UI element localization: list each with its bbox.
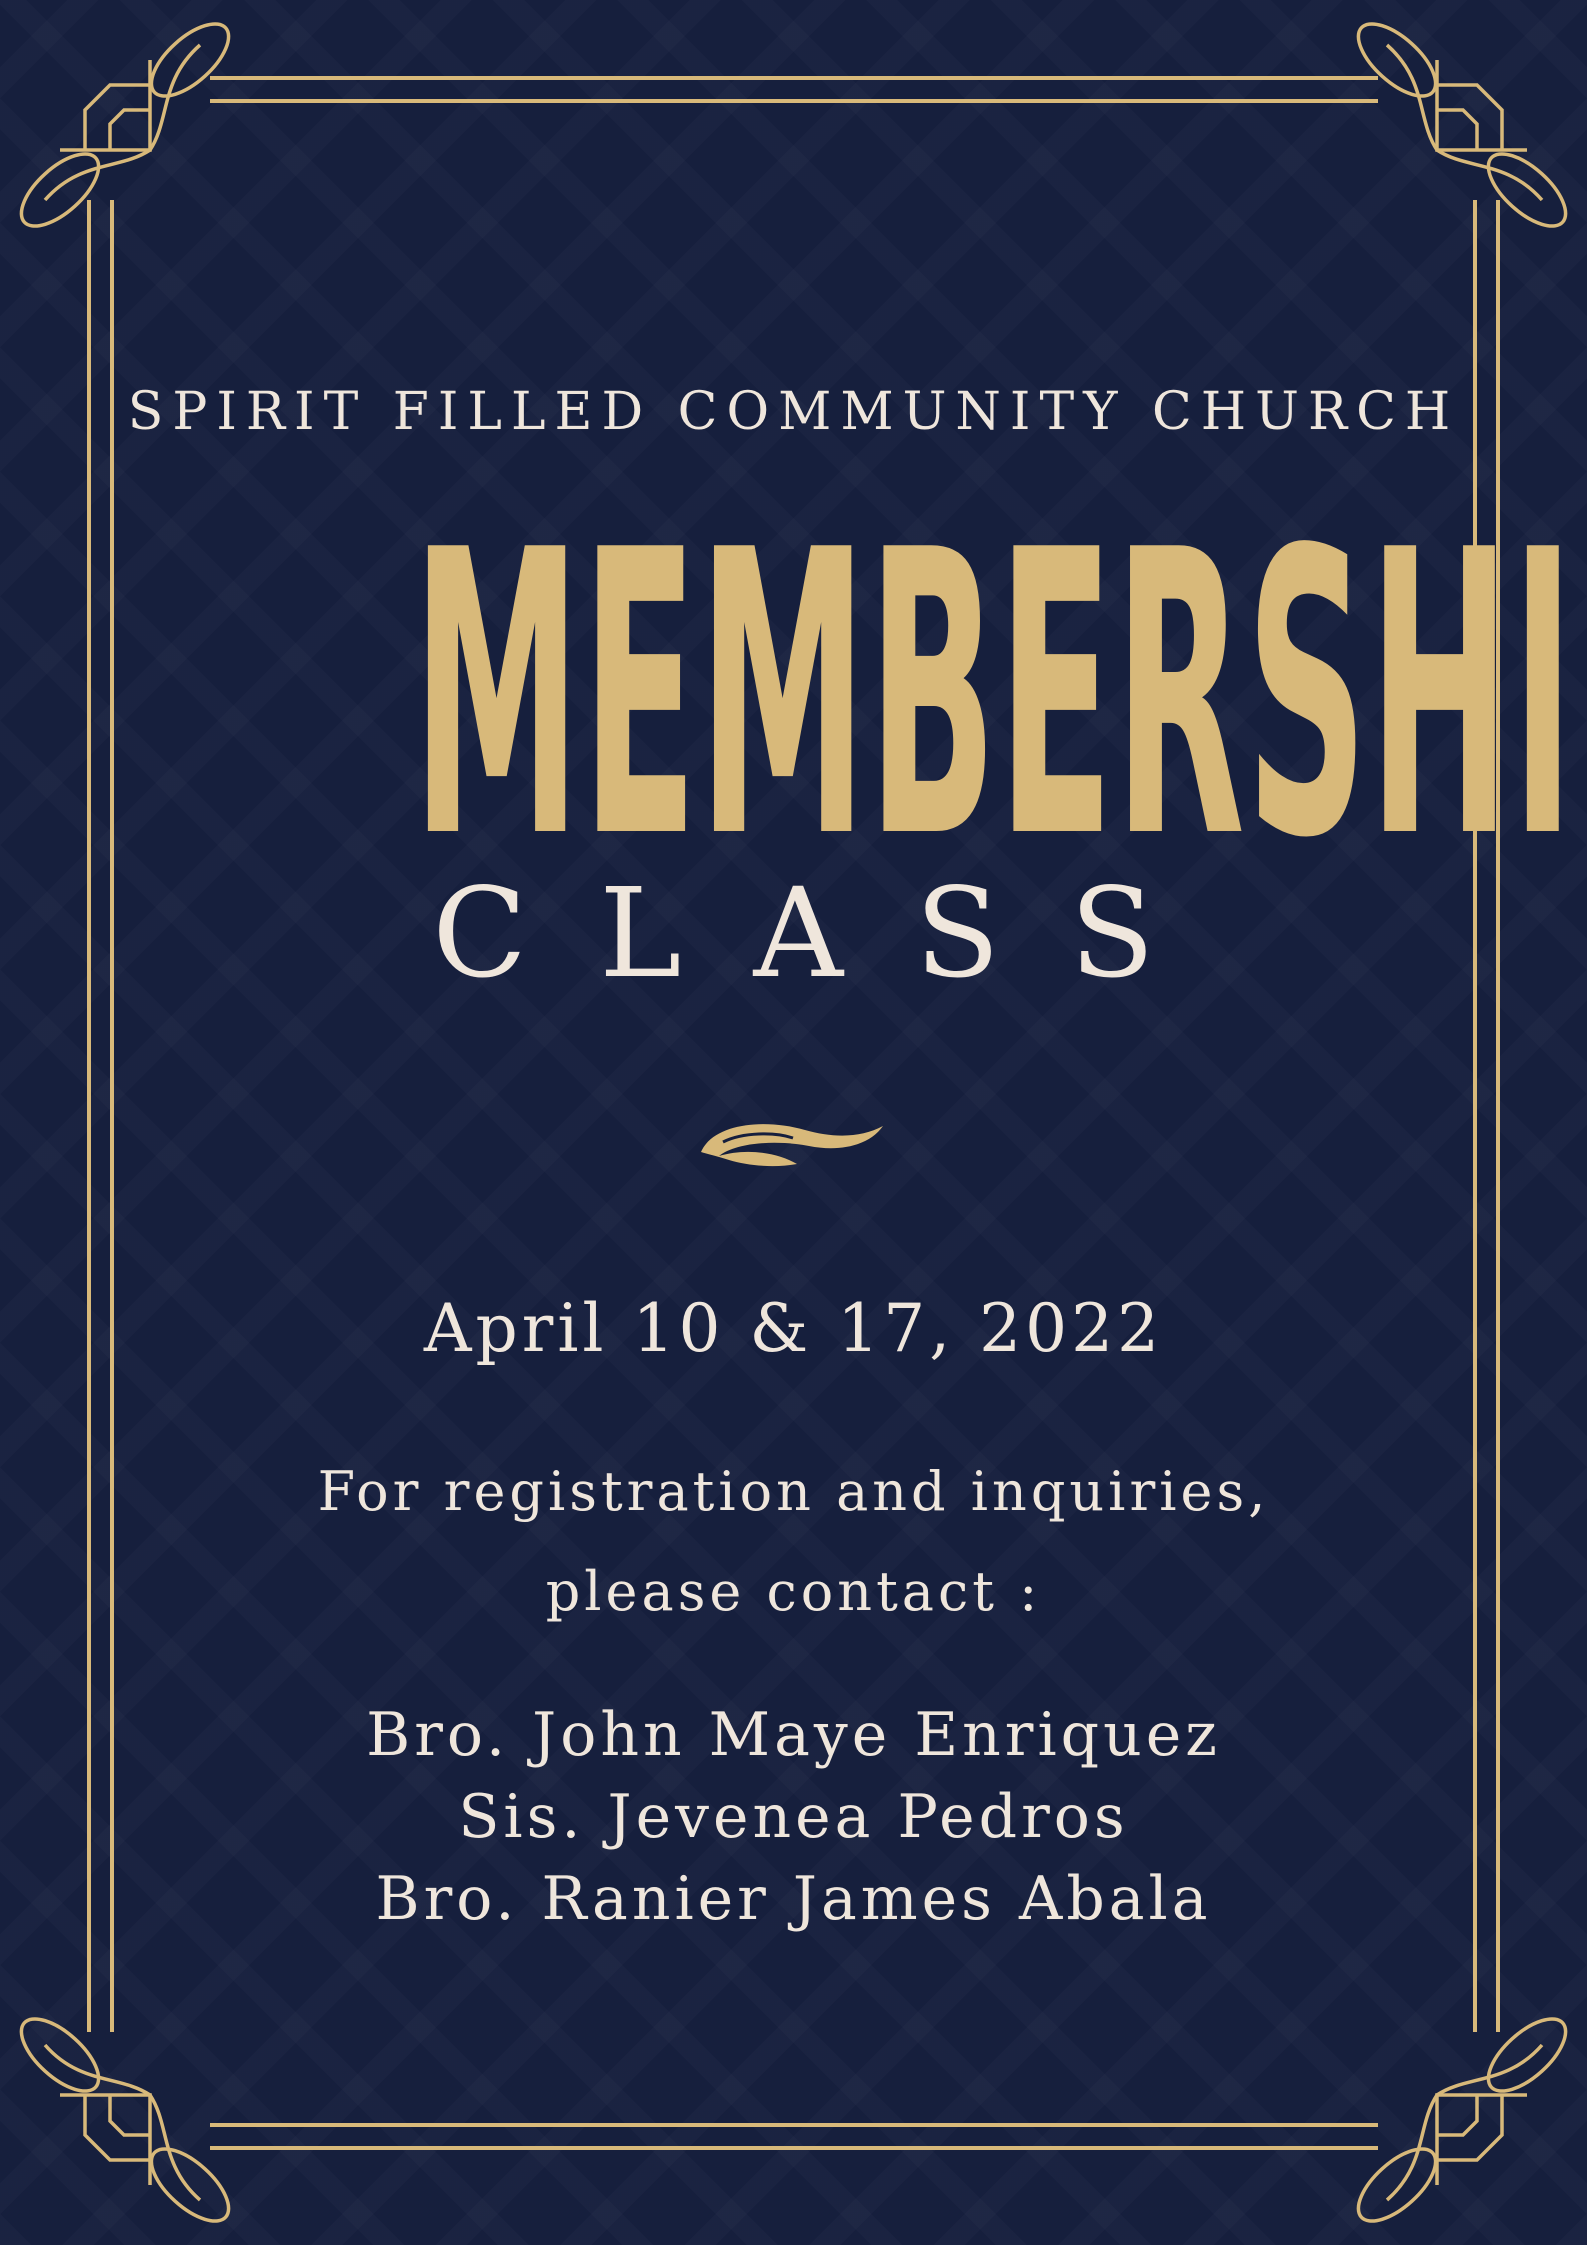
corner-ornament-bottom-right-icon xyxy=(1344,2004,1580,2236)
corner-ornament-top-right-icon xyxy=(1344,9,1580,241)
contact-name: Bro. John Maye Enriquez xyxy=(366,1700,1221,1770)
event-date: April 10 & 17, 2022 xyxy=(423,1290,1164,1367)
contact-name: Bro. Ranier James Abala xyxy=(375,1864,1212,1934)
contact-list: Bro. John Maye Enriquez Sis. Jevenea Ped… xyxy=(0,1694,1587,1940)
event-title: MEMBERSHIP xyxy=(412,468,1587,924)
corner-ornament-top-left-icon xyxy=(7,9,243,241)
contact-name: Sis. Jevenea Pedros xyxy=(458,1782,1129,1852)
contact-intro-line-1: For registration and inquiries, xyxy=(317,1460,1270,1523)
contact-intro-line-2: please contact : xyxy=(545,1560,1042,1623)
swash-flourish-icon xyxy=(701,1124,883,1167)
church-name: SPIRIT FILLED COMMUNITY CHURCH xyxy=(127,382,1460,442)
corner-ornament-bottom-left-icon xyxy=(7,2004,243,2236)
event-subtitle: CLASS xyxy=(432,862,1227,1006)
poster: SPIRIT FILLED COMMUNITY CHURCH MEMBERSHI… xyxy=(0,0,1587,2245)
